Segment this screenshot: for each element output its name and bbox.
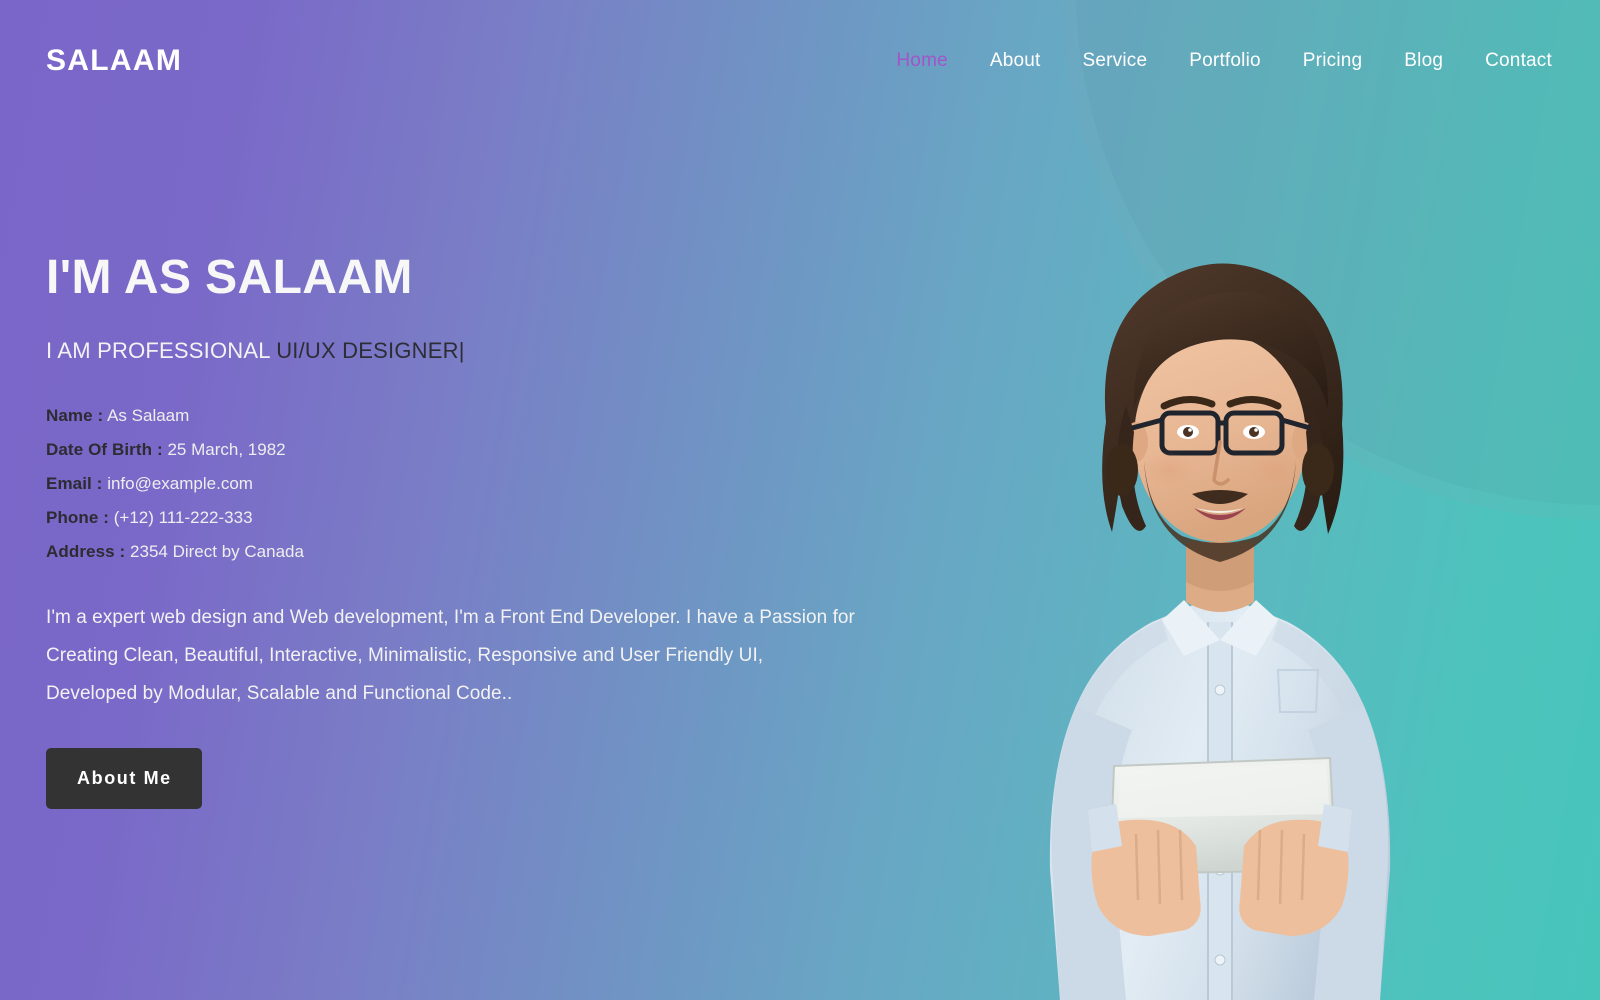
info-value-dob: 25 March, 1982 <box>167 440 286 460</box>
personal-info-list: Name : As Salaam Date Of Birth : 25 Marc… <box>46 399 926 569</box>
hero-subtitle-typed: UI/UX DESIGNER <box>276 337 459 363</box>
hero-subtitle-static: I AM PROFESSIONAL <box>46 337 277 363</box>
info-label-email: Email : <box>46 474 103 494</box>
info-value-name: As Salaam <box>107 406 190 426</box>
info-label-address: Address : <box>46 542 126 562</box>
info-value-address: 2354 Direct by Canada <box>130 542 304 562</box>
nav-item-home[interactable]: Home <box>875 44 968 78</box>
nav-item-portfolio[interactable]: Portfolio <box>1168 44 1282 78</box>
nav-item-about[interactable]: About <box>969 44 1062 78</box>
typing-cursor: | <box>458 337 465 363</box>
info-value-email[interactable]: info@example.com <box>107 474 253 493</box>
info-label-phone: Phone : <box>46 508 110 528</box>
nav-item-contact[interactable]: Contact <box>1464 44 1552 78</box>
info-row-address: Address : 2354 Direct by Canada <box>46 535 926 569</box>
nav-item-blog[interactable]: Blog <box>1383 44 1464 78</box>
info-row-email: Email : info@example.com <box>46 467 926 501</box>
hero-title: I'M AS SALAAM <box>46 251 413 304</box>
nav-item-pricing[interactable]: Pricing <box>1282 44 1383 78</box>
info-label-name: Name : <box>46 406 104 426</box>
brand-logo[interactable]: SALAAM <box>46 46 182 76</box>
nav-item-service[interactable]: Service <box>1062 44 1169 78</box>
main-navigation: Home About Service Portfolio Pricing Blo… <box>875 44 1552 78</box>
info-row-phone: Phone : (+12) 111-222-333 <box>46 501 926 535</box>
info-row-name: Name : As Salaam <box>46 399 926 433</box>
site-header: SALAAM Home About Service Portfolio Pric… <box>0 0 1600 122</box>
about-me-button[interactable]: About Me <box>46 748 202 810</box>
info-value-phone[interactable]: (+12) 111-222-333 <box>114 508 253 527</box>
hero-subtitle: I AM PROFESSIONAL UI/UX DESIGNER| <box>46 337 926 366</box>
hero-description: I'm a expert web design and Web developm… <box>46 607 855 704</box>
hero-banner: SALAAM Home About Service Portfolio Pric… <box>0 0 1600 1000</box>
hero-content: I'M AS SALAAM I AM PROFESSIONAL UI/UX DE… <box>46 251 926 810</box>
info-label-dob: Date Of Birth : <box>46 440 163 460</box>
info-row-dob: Date Of Birth : 25 March, 1982 <box>46 433 926 467</box>
hero-portrait-photo <box>1049 263 1391 1000</box>
